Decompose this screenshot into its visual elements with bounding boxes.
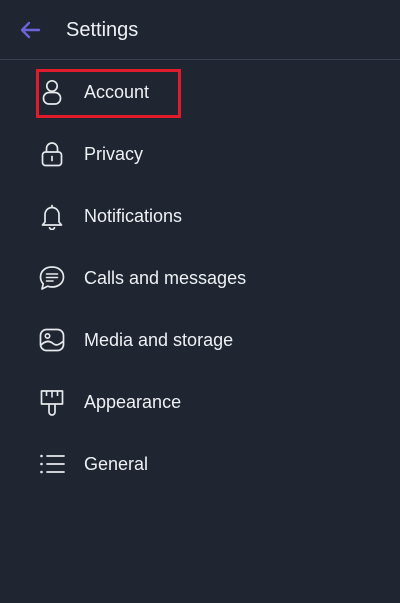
lock-icon — [41, 142, 63, 167]
menu-item-account[interactable]: Account — [0, 61, 400, 123]
settings-screen: Settings Account Privacy Notifications C… — [0, 0, 400, 603]
menu-item-label: Privacy — [84, 144, 144, 164]
image-icon — [39, 328, 65, 352]
person-icon — [42, 79, 62, 105]
arrow-left-icon — [20, 21, 41, 39]
bell-icon — [41, 204, 63, 230]
menu-item-appearance[interactable]: Appearance — [0, 371, 400, 433]
menu-item-calls-and-messages[interactable]: Calls and messages — [0, 247, 400, 309]
menu-item-label: Account — [84, 82, 150, 102]
paint-brush-icon — [40, 390, 64, 416]
menu-item-label: General — [84, 454, 149, 474]
menu-item-notifications[interactable]: Notifications — [0, 185, 400, 247]
menu-item-general[interactable]: General — [0, 433, 400, 495]
menu-item-label: Notifications — [84, 206, 183, 226]
list-icon — [40, 454, 65, 474]
menu-item-privacy[interactable]: Privacy — [0, 123, 400, 185]
page-title: Settings — [66, 19, 139, 41]
app-bar: Settings — [0, 0, 400, 60]
menu-item-label: Calls and messages — [84, 268, 247, 288]
back-button[interactable] — [14, 14, 46, 46]
menu-item-media-and-storage[interactable]: Media and storage — [0, 309, 400, 371]
chat-bubble-icon — [39, 266, 65, 290]
menu-item-label: Appearance — [84, 392, 182, 412]
menu-item-label: Media and storage — [84, 330, 234, 350]
settings-menu: Account Privacy Notifications Calls and … — [0, 61, 400, 495]
